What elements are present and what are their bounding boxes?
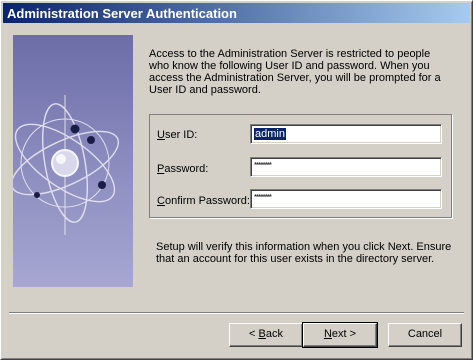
window-title: Administration Server Authentication bbox=[7, 6, 237, 21]
password-label: Password: bbox=[157, 163, 209, 175]
atom-icon bbox=[13, 95, 120, 235]
cancel-button[interactable]: Cancel bbox=[388, 323, 462, 347]
setup-dialog: Administration Server Authentication Acc… bbox=[0, 0, 473, 360]
password-value: ******** bbox=[254, 161, 272, 170]
user-id-value: admin bbox=[254, 128, 286, 140]
user-id-input[interactable]: admin bbox=[250, 124, 442, 144]
confirm-password-value: ******** bbox=[254, 193, 272, 202]
user-id-label: User ID: bbox=[157, 129, 198, 141]
atom-artwork-panel bbox=[13, 35, 133, 287]
title-bar[interactable]: Administration Server Authentication bbox=[3, 3, 470, 23]
password-input[interactable]: ******** bbox=[250, 157, 442, 177]
description-text: Access to the Administration Server is r… bbox=[149, 48, 441, 96]
next-button[interactable]: Next > bbox=[302, 322, 378, 348]
confirm-password-input[interactable]: ******** bbox=[250, 189, 442, 209]
credentials-group: User ID: admin Password: ******** Confir… bbox=[149, 114, 452, 218]
button-separator bbox=[9, 312, 464, 314]
verification-note: Setup will verify this information when … bbox=[156, 241, 452, 265]
back-button[interactable]: < Back bbox=[229, 323, 303, 347]
confirm-password-label: Confirm Password: bbox=[157, 195, 250, 207]
